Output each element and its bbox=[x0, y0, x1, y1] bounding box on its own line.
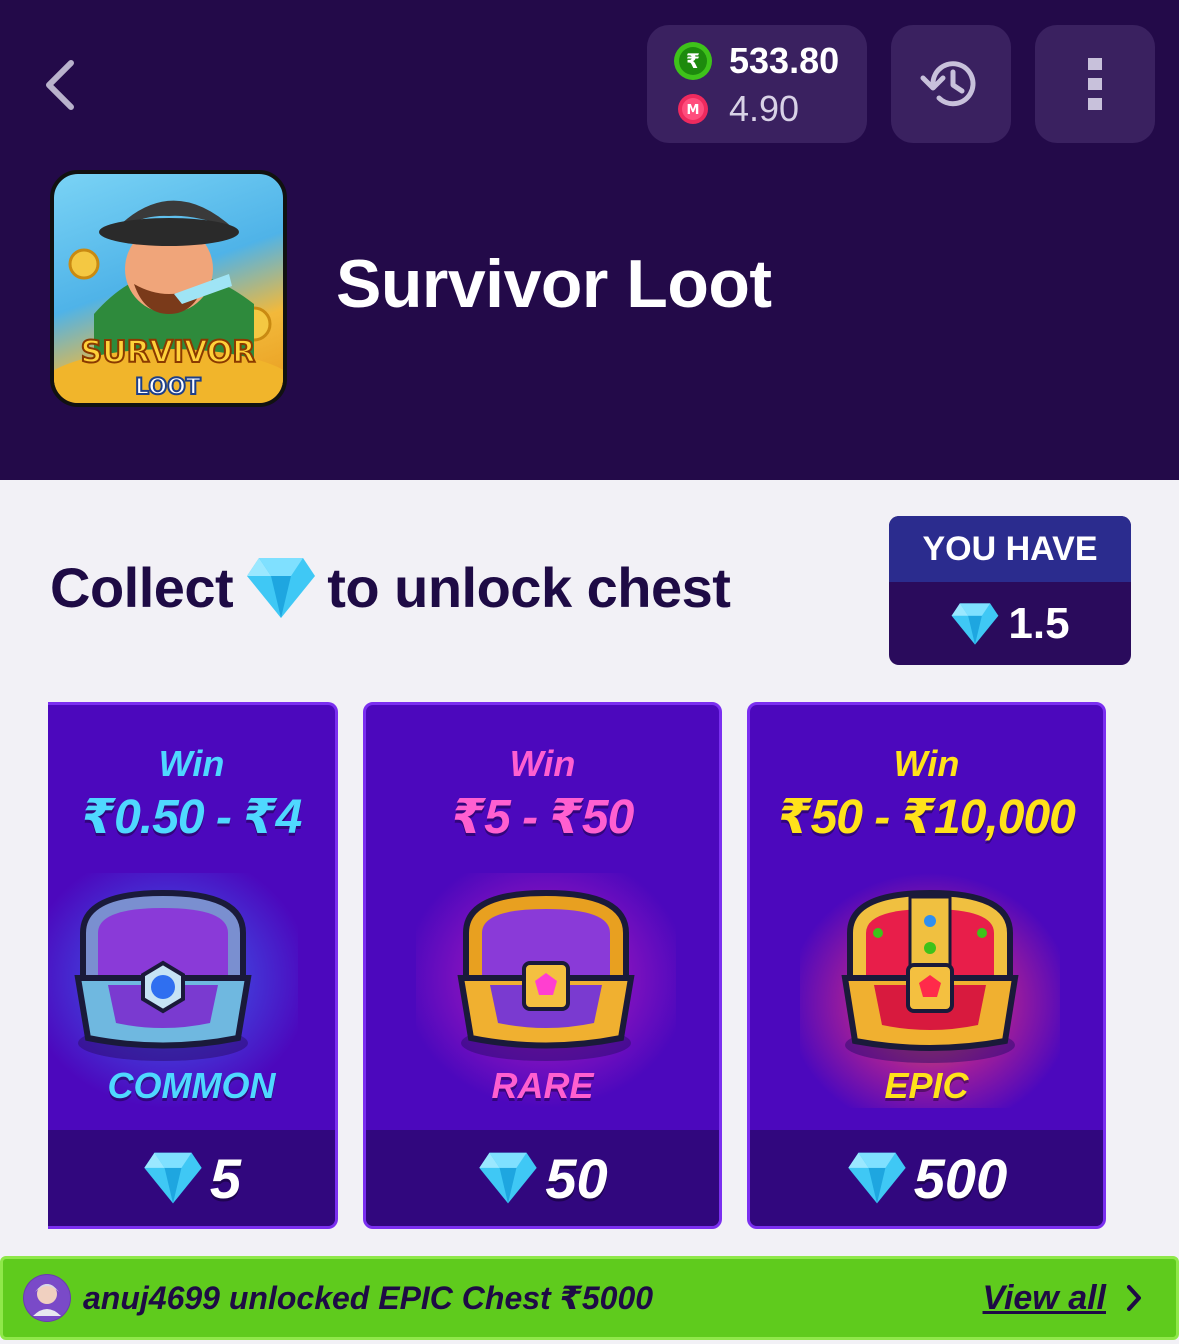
wallet-balance[interactable]: ₹ 533.80 M 4.90 bbox=[647, 25, 867, 143]
diamond-icon bbox=[144, 1152, 202, 1204]
back-button[interactable] bbox=[30, 50, 90, 120]
bonus-balance-value: 4.90 bbox=[729, 88, 800, 129]
diamond-icon bbox=[479, 1152, 538, 1204]
chest-cost-bar: 500 bbox=[750, 1130, 1103, 1226]
chest-cost-bar: 5 bbox=[48, 1130, 335, 1226]
chest-cost-value: 50 bbox=[545, 1146, 608, 1210]
chest-cost-value: 500 bbox=[913, 1146, 1008, 1210]
cash-balance-row: ₹ 533.80 bbox=[673, 37, 867, 85]
svg-text:LOOT: LOOT bbox=[135, 375, 201, 400]
collect-heading: Collect to unlock chest bbox=[50, 555, 731, 620]
you-have-box: YOU HAVE 1.5 bbox=[889, 516, 1131, 665]
chest-tier-label: EPIC bbox=[884, 1065, 969, 1106]
chest-card-epic[interactable]: Win ₹50 - ₹10,000 EPIC 500 bbox=[747, 702, 1106, 1229]
winners-ticker[interactable]: anuj4699 unlocked EPIC Chest ₹5000 View … bbox=[0, 1256, 1179, 1340]
chest-cost-bar: 50 bbox=[366, 1130, 719, 1226]
you-have-value-row: 1.5 bbox=[889, 582, 1131, 665]
you-have-value: 1.5 bbox=[1008, 598, 1070, 648]
chest-card-rare[interactable]: Win ₹5 - ₹50 RARE 50 bbox=[363, 702, 722, 1229]
diamond-icon bbox=[848, 1152, 906, 1204]
chevron-right-icon[interactable] bbox=[1122, 1283, 1146, 1313]
diamond-icon bbox=[952, 602, 999, 645]
avatar bbox=[23, 1274, 71, 1322]
collect-heading-suffix: to unlock chest bbox=[327, 556, 731, 619]
cash-balance-value: 533.80 bbox=[729, 40, 840, 81]
history-icon bbox=[920, 61, 976, 107]
win-label: Win bbox=[158, 743, 225, 784]
collect-heading-prefix: Collect bbox=[50, 556, 234, 619]
you-have-label: YOU HAVE bbox=[889, 516, 1131, 582]
ticker-message: anuj4699 unlocked EPIC Chest ₹5000 bbox=[83, 1280, 654, 1316]
win-range: ₹0.50 - ₹4 bbox=[81, 791, 303, 844]
game-title: Survivor Loot bbox=[336, 246, 772, 322]
win-label: Win bbox=[509, 743, 576, 784]
bonus-balance-row: M 4.90 bbox=[673, 85, 867, 133]
m-coin-icon: M bbox=[673, 89, 713, 129]
chest-tier-label: RARE bbox=[491, 1065, 594, 1106]
svg-text:₹: ₹ bbox=[686, 49, 700, 73]
more-options-button[interactable] bbox=[1035, 25, 1155, 143]
more-vertical-icon bbox=[1088, 58, 1102, 110]
history-button[interactable] bbox=[891, 25, 1011, 143]
rupee-coin-icon: ₹ bbox=[673, 41, 713, 81]
win-label: Win bbox=[893, 743, 960, 784]
game-thumbnail: SURVIVOR LOOT bbox=[50, 170, 287, 407]
chest-card-common[interactable]: Win ₹0.50 - ₹4 COMMON 5 bbox=[48, 702, 338, 1229]
diamond-icon bbox=[247, 557, 316, 618]
win-range: ₹5 - ₹50 bbox=[451, 791, 635, 844]
chest-tier-label: COMMON bbox=[107, 1065, 276, 1106]
chest-cost-value: 5 bbox=[209, 1146, 242, 1210]
win-range: ₹50 - ₹10,000 bbox=[778, 791, 1076, 844]
back-arrow-icon bbox=[46, 60, 74, 110]
avatar-icon bbox=[24, 1275, 70, 1321]
svg-text:M: M bbox=[687, 103, 700, 118]
svg-text:SURVIVOR: SURVIVOR bbox=[81, 335, 256, 370]
view-all-link[interactable]: View all bbox=[983, 1279, 1106, 1318]
game-header: ₹ 533.80 M 4.90 SURVIVOR LOOT Survivor L… bbox=[0, 0, 1179, 480]
